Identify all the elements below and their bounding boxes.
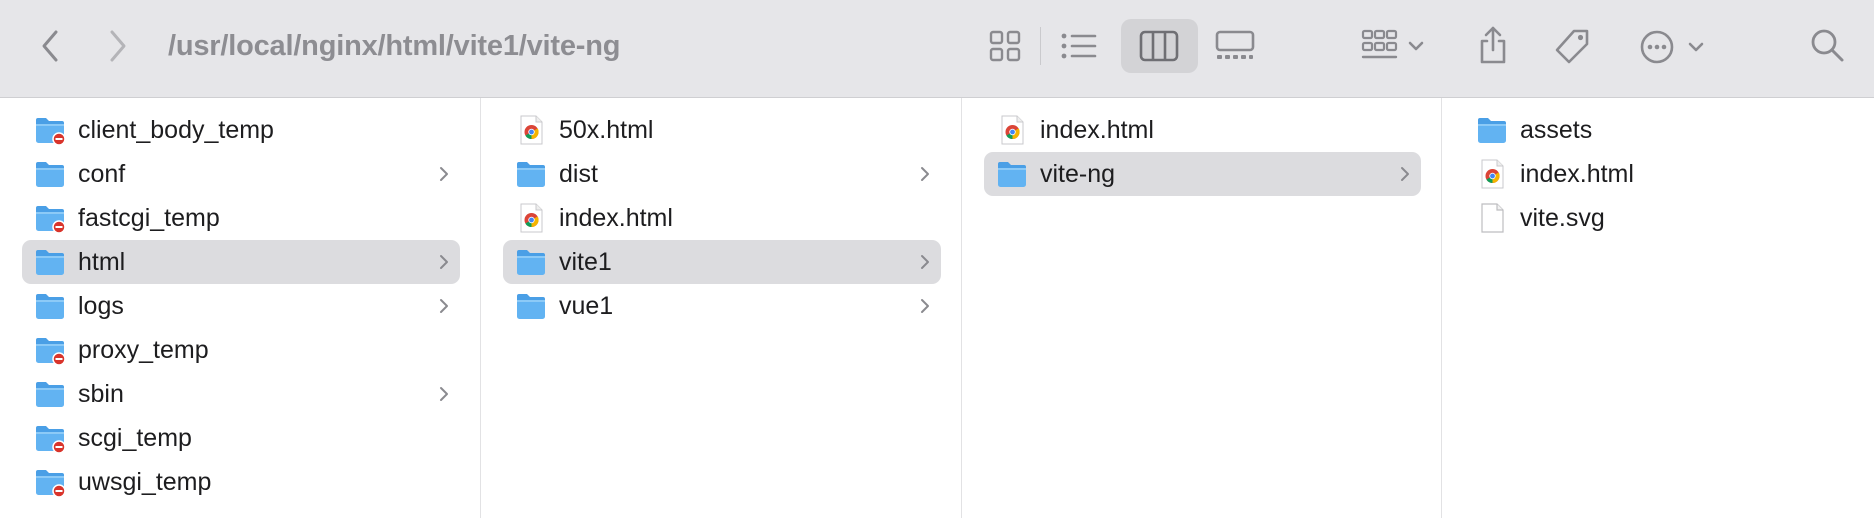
path-title: /usr/local/nginx/html/vite1/vite-ng: [168, 30, 621, 62]
folder-icon: [34, 379, 66, 409]
chevron-right-icon: [919, 297, 931, 320]
column-2: 50x.html dist index.html vite1 vue1: [481, 98, 962, 518]
file-name: html: [78, 247, 126, 276]
share-icon: [1480, 26, 1506, 64]
file-name: vite.svg: [1520, 203, 1605, 232]
file-row[interactable]: conf: [22, 152, 460, 196]
back-icon: [42, 30, 58, 62]
file-name: logs: [78, 291, 124, 320]
file-row[interactable]: proxy_temp: [22, 328, 460, 372]
folder-restricted-icon: [34, 423, 66, 454]
list-view-icon: [1061, 33, 1097, 59]
forward-button[interactable]: [98, 26, 138, 66]
more-icon: [1640, 30, 1704, 64]
file-row[interactable]: vite-ng: [984, 152, 1421, 196]
file-name: vite-ng: [1040, 159, 1116, 188]
folder-icon: [34, 159, 66, 189]
file-name: 50x.html: [559, 115, 654, 144]
file-row[interactable]: index.html: [1464, 152, 1854, 196]
file-row[interactable]: logs: [22, 284, 460, 328]
folder-restricted-icon: [34, 335, 66, 366]
chevron-right-icon: [919, 165, 931, 188]
column-browser: client_body_tempconf fastcgi_temphtml logs…: [0, 98, 1874, 518]
folder-icon: [515, 247, 547, 277]
html-file-icon: [996, 115, 1028, 145]
more-button[interactable]: [1636, 26, 1708, 68]
gallery-view-button[interactable]: [1213, 26, 1257, 66]
folder-icon: [515, 291, 547, 321]
share-button[interactable]: [1473, 22, 1513, 68]
tag-icon: [1555, 29, 1589, 64]
toolbar-divider: [1040, 27, 1041, 65]
file-name: uwsgi_temp: [78, 467, 212, 496]
search-icon: [1811, 29, 1844, 62]
file-row[interactable]: assets: [1464, 108, 1854, 152]
file-row[interactable]: vite1: [503, 240, 941, 284]
chevron-down-icon: [1408, 41, 1424, 51]
icon-view-button[interactable]: [985, 26, 1025, 66]
file-name: scgi_temp: [78, 423, 192, 452]
file-row[interactable]: client_body_temp: [22, 108, 460, 152]
file-name: index.html: [1040, 115, 1154, 144]
file-icon: [1476, 203, 1508, 233]
toolbar: /usr/local/nginx/html/vite1/vite-ng: [0, 0, 1874, 98]
back-button[interactable]: [30, 26, 70, 66]
folder-icon: [515, 159, 547, 189]
folder-icon: [34, 247, 66, 277]
chevron-right-icon: [438, 253, 450, 276]
gallery-view-icon: [1215, 30, 1255, 59]
file-row[interactable]: sbin: [22, 372, 460, 416]
html-file-icon: [515, 203, 547, 233]
column-view-icon: [1139, 30, 1179, 62]
column-3: index.html vite-ng: [962, 98, 1442, 518]
file-row[interactable]: vite.svg: [1464, 196, 1854, 240]
chevron-right-icon: [438, 385, 450, 408]
file-name: vue1: [559, 291, 614, 320]
search-button[interactable]: [1806, 24, 1848, 66]
tag-button[interactable]: [1550, 26, 1594, 68]
file-name: conf: [78, 159, 126, 188]
html-file-icon: [1476, 159, 1508, 189]
folder-restricted-icon: [34, 115, 66, 146]
column-1: client_body_tempconf fastcgi_temphtml logs…: [0, 98, 481, 518]
file-row[interactable]: vue1: [503, 284, 941, 328]
column-4: assets index.html vite.svg: [1442, 98, 1874, 518]
file-row[interactable]: uwsgi_temp: [22, 460, 460, 504]
file-row[interactable]: index.html: [984, 108, 1421, 152]
file-name: sbin: [78, 379, 124, 408]
folder-restricted-icon: [34, 467, 66, 498]
html-file-icon: [515, 115, 547, 145]
chevron-right-icon: [919, 253, 931, 276]
icon-view-icon: [989, 30, 1021, 62]
group-icon: [1361, 29, 1424, 59]
list-view-button[interactable]: [1058, 26, 1100, 66]
file-row[interactable]: 50x.html: [503, 108, 941, 152]
group-button[interactable]: [1360, 26, 1426, 66]
column-view-button[interactable]: [1121, 19, 1198, 73]
file-name: dist: [559, 159, 598, 188]
file-row[interactable]: index.html: [503, 196, 941, 240]
file-row[interactable]: fastcgi_temp: [22, 196, 460, 240]
folder-restricted-icon: [34, 203, 66, 234]
file-row[interactable]: dist: [503, 152, 941, 196]
file-name: fastcgi_temp: [78, 203, 220, 232]
forward-icon: [110, 30, 126, 62]
file-name: proxy_temp: [78, 335, 209, 364]
file-name: client_body_temp: [78, 115, 274, 144]
file-name: index.html: [1520, 159, 1634, 188]
file-name: assets: [1520, 115, 1593, 144]
file-row[interactable]: scgi_temp: [22, 416, 460, 460]
file-row[interactable]: html: [22, 240, 460, 284]
file-name: index.html: [559, 203, 673, 232]
file-name: vite1: [559, 247, 612, 276]
chevron-right-icon: [438, 165, 450, 188]
folder-icon: [996, 159, 1028, 189]
folder-icon: [1476, 115, 1508, 145]
folder-icon: [34, 291, 66, 321]
chevron-right-icon: [1399, 165, 1411, 188]
chevron-right-icon: [438, 297, 450, 320]
